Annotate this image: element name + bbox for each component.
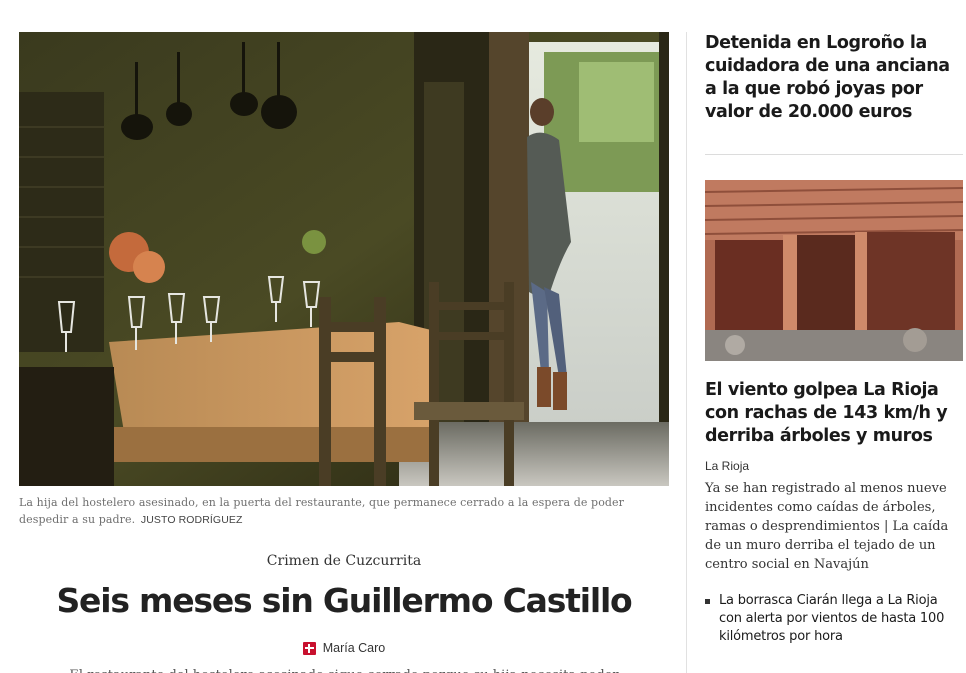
author-badge-icon bbox=[302, 641, 316, 655]
article-kicker[interactable]: Crimen de Cuzcurrita bbox=[19, 553, 669, 569]
hero-photo-restaurant[interactable] bbox=[19, 32, 669, 486]
photo-caption: La hija del hostelero asesinado, en la p… bbox=[19, 494, 669, 529]
sidebar: Detenida en Logroño la cuidadora de una … bbox=[705, 32, 963, 646]
photo-credit: JUSTO RODRÍGUEZ bbox=[140, 514, 243, 526]
article-lead: El restaurante del hostelero asesinado s… bbox=[19, 665, 669, 673]
related-link-text[interactable]: La borrasca Ciarán llega a La Rioja con … bbox=[719, 592, 963, 646]
main-article: La hija del hostelero asesinado, en la p… bbox=[19, 32, 669, 673]
bullet-icon bbox=[705, 599, 710, 604]
article-headline[interactable]: Seis meses sin Guillermo Castillo bbox=[19, 581, 669, 621]
related-link[interactable]: La borrasca Ciarán llega a La Rioja con … bbox=[705, 592, 963, 646]
story-summary: Ya se han registrado al menos nueve inci… bbox=[705, 481, 949, 572]
column-divider bbox=[686, 32, 687, 673]
sidebar-story-title[interactable]: Detenida en Logroño la cuidadora de una … bbox=[705, 32, 963, 124]
caption-text: La hija del hostelero asesinado, en la p… bbox=[19, 496, 625, 526]
section-label[interactable]: La Rioja bbox=[705, 459, 963, 473]
sidebar-story-title-2[interactable]: El viento golpea La Rioja con rachas de … bbox=[705, 379, 963, 448]
author-name[interactable]: María Caro bbox=[323, 641, 386, 655]
byline: María Caro bbox=[19, 641, 669, 655]
sidebar-divider bbox=[705, 154, 963, 155]
sidebar-photo-collapsed-roof[interactable] bbox=[705, 180, 963, 361]
